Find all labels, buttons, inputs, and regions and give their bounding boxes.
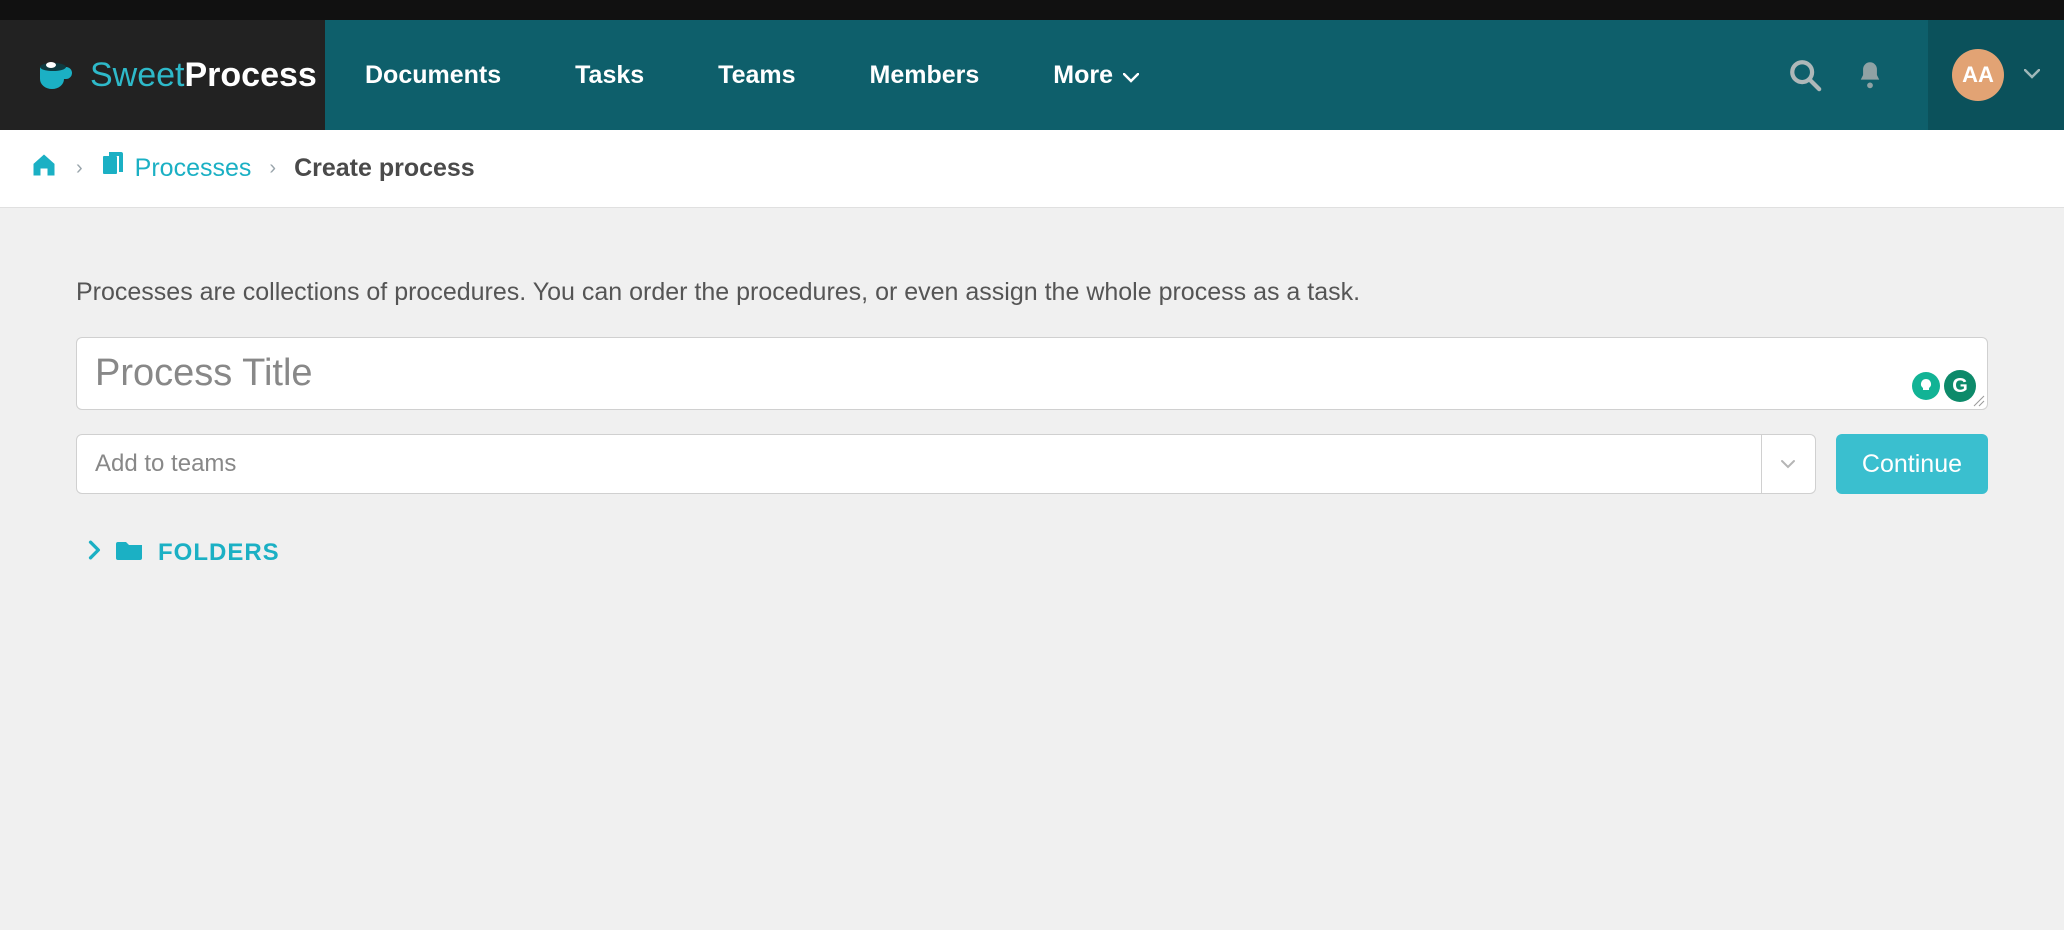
nav-teams[interactable]: Teams <box>718 61 795 90</box>
nav-label: Teams <box>718 61 795 90</box>
chevron-right-icon <box>88 539 102 567</box>
title-input-wrap: G <box>76 337 1988 410</box>
nav-label: Tasks <box>575 61 644 90</box>
breadcrumb-current: Create process <box>294 154 475 183</box>
search-button[interactable] <box>1788 58 1822 92</box>
logo-text: SweetProcess <box>90 56 317 95</box>
home-icon <box>30 152 58 178</box>
breadcrumb-link-label: Processes <box>135 154 252 183</box>
grammarly-letter: G <box>1952 375 1968 398</box>
teams-placeholder: Add to teams <box>95 450 1761 478</box>
breadcrumb-separator: › <box>76 157 83 180</box>
cup-icon <box>34 53 78 97</box>
nav-label: Members <box>870 61 980 90</box>
avatar-initials: AA <box>1962 62 1994 88</box>
nav-label: Documents <box>365 61 501 90</box>
user-menu[interactable]: AA <box>1928 20 2064 130</box>
main-nav: Documents Tasks Teams Members More <box>325 20 1788 130</box>
grammarly-icon[interactable]: G <box>1944 370 1976 402</box>
grammarly-widget: G <box>1912 370 1976 402</box>
notifications-button[interactable] <box>1856 60 1884 90</box>
breadcrumb-separator: › <box>269 157 276 180</box>
nav-tasks[interactable]: Tasks <box>575 61 644 90</box>
home-link[interactable] <box>30 152 58 185</box>
nav-more[interactable]: More <box>1053 61 1139 90</box>
chevron-down-icon <box>1123 61 1139 90</box>
main-header: SweetProcess Documents Tasks Teams Membe… <box>0 20 2064 130</box>
header-right: AA <box>1788 20 2064 130</box>
page-description: Processes are collections of procedures.… <box>76 278 1988 307</box>
folders-label: FOLDERS <box>158 539 280 567</box>
logo-word-sweet: Sweet <box>90 56 185 94</box>
search-icon <box>1788 58 1822 92</box>
teams-row: Add to teams Continue <box>76 434 1988 494</box>
documents-icon <box>101 152 125 185</box>
breadcrumb-processes-link[interactable]: Processes <box>101 152 252 185</box>
nav-documents[interactable]: Documents <box>365 61 501 90</box>
suggestion-icon[interactable] <box>1912 372 1940 400</box>
nav-label: More <box>1053 61 1113 90</box>
folders-toggle[interactable]: FOLDERS <box>76 538 1988 567</box>
continue-button[interactable]: Continue <box>1836 434 1988 494</box>
avatar: AA <box>1952 49 2004 101</box>
bell-icon <box>1856 60 1884 90</box>
main-content: Processes are collections of procedures.… <box>0 208 2064 637</box>
add-to-teams-select[interactable]: Add to teams <box>76 434 1816 494</box>
folder-icon <box>116 538 144 567</box>
logo-word-process: Process <box>185 56 317 94</box>
breadcrumb: › Processes › Create process <box>0 130 2064 208</box>
nav-members[interactable]: Members <box>870 61 980 90</box>
chevron-down-icon <box>1780 459 1796 469</box>
logo-area[interactable]: SweetProcess <box>0 20 325 130</box>
bulb-icon <box>1918 378 1934 394</box>
dropdown-arrow <box>1761 435 1815 493</box>
process-title-input[interactable] <box>76 337 1988 410</box>
chevron-down-icon <box>2024 66 2040 84</box>
window-top-bar <box>0 0 2064 20</box>
